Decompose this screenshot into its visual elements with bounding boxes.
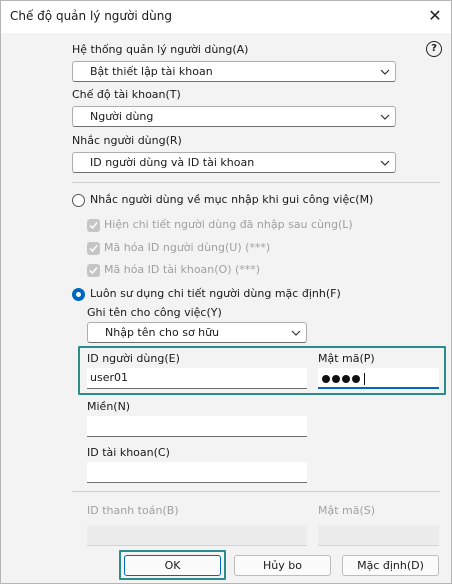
billing-id-input xyxy=(87,525,307,546)
separator xyxy=(72,491,440,492)
remember-value: ID người dùng và ID tài khoan xyxy=(90,156,255,169)
cancel-button[interactable]: Hủy bo xyxy=(234,555,331,576)
chevron-down-icon xyxy=(291,330,301,336)
job-name-dropdown[interactable]: Nhập tên cho sơ hữu xyxy=(87,322,307,343)
encrypt-account-id-label: Mã hóa ID tài khoan(O) (***) xyxy=(104,263,261,276)
system-label: Hệ thống quản lý người dùng(A) xyxy=(72,43,249,56)
chevron-down-icon xyxy=(380,114,390,120)
check-icon xyxy=(89,245,98,253)
default-radio[interactable] xyxy=(72,288,85,301)
account-mode-label: Chế độ tài khoan(T) xyxy=(72,88,181,101)
check-icon xyxy=(89,222,98,230)
ok-button[interactable]: OK xyxy=(124,555,221,576)
billing-id-label: ID thanh toán(B) xyxy=(87,504,179,517)
default-radio-label: Luôn sư dụng chi tiết người dùng mặc địn… xyxy=(90,287,341,300)
remember-label: Nhắc người dùng(R) xyxy=(72,134,182,147)
user-id-label: ID người dùng(E) xyxy=(87,352,180,365)
password-label: Mật mã(P) xyxy=(318,352,375,365)
billing-password-input xyxy=(318,525,439,546)
last-user-label: Hiện chi tiết người dùng đã nhập sau cùn… xyxy=(104,218,353,231)
close-icon[interactable]: ✕ xyxy=(423,5,447,29)
separator xyxy=(72,182,440,183)
default-button[interactable]: Mặc định(D) xyxy=(342,555,439,576)
text-caret xyxy=(364,373,365,385)
name-label: Miền(N) xyxy=(87,400,131,413)
encrypt-account-id-checkbox[interactable] xyxy=(87,264,100,277)
chevron-down-icon xyxy=(380,160,390,166)
dialog-title: Chế độ quản lý người dùng xyxy=(10,9,172,23)
chevron-down-icon xyxy=(380,69,390,75)
system-dropdown-value: Bật thiết lập tài khoan xyxy=(90,65,213,78)
user-management-dialog: Chế độ quản lý người dùng ✕ ? Hệ thống q… xyxy=(0,0,452,584)
check-icon xyxy=(89,267,98,275)
account-id-input[interactable] xyxy=(87,462,307,483)
password-mask xyxy=(322,373,365,385)
account-mode-dropdown[interactable]: Người dùng xyxy=(72,106,396,127)
billing-password-label: Mật mã(S) xyxy=(318,504,376,517)
password-input[interactable] xyxy=(318,368,439,389)
job-name-label: Ghi tên cho công việc(Y) xyxy=(87,306,222,319)
prompt-radio[interactable] xyxy=(72,194,85,207)
title-bar: Chế độ quản lý người dùng ✕ xyxy=(1,1,451,33)
encrypt-user-id-label: Mã hóa ID người dùng(U) (***) xyxy=(104,241,271,254)
remember-dropdown[interactable]: ID người dùng và ID tài khoan xyxy=(72,152,396,173)
account-id-label: ID tài khoan(C) xyxy=(87,446,170,459)
help-icon[interactable]: ? xyxy=(426,41,442,57)
prompt-radio-label: Nhắc người dùng về mục nhập khi gui công… xyxy=(90,193,374,206)
user-id-value: user01 xyxy=(90,371,128,384)
last-user-checkbox[interactable] xyxy=(87,219,100,232)
name-input[interactable] xyxy=(87,416,307,437)
encrypt-user-id-checkbox[interactable] xyxy=(87,242,100,255)
system-dropdown[interactable]: Bật thiết lập tài khoan xyxy=(72,61,396,82)
account-mode-value: Người dùng xyxy=(90,110,154,123)
user-id-input[interactable]: user01 xyxy=(87,368,307,389)
job-name-value: Nhập tên cho sơ hữu xyxy=(105,326,220,339)
